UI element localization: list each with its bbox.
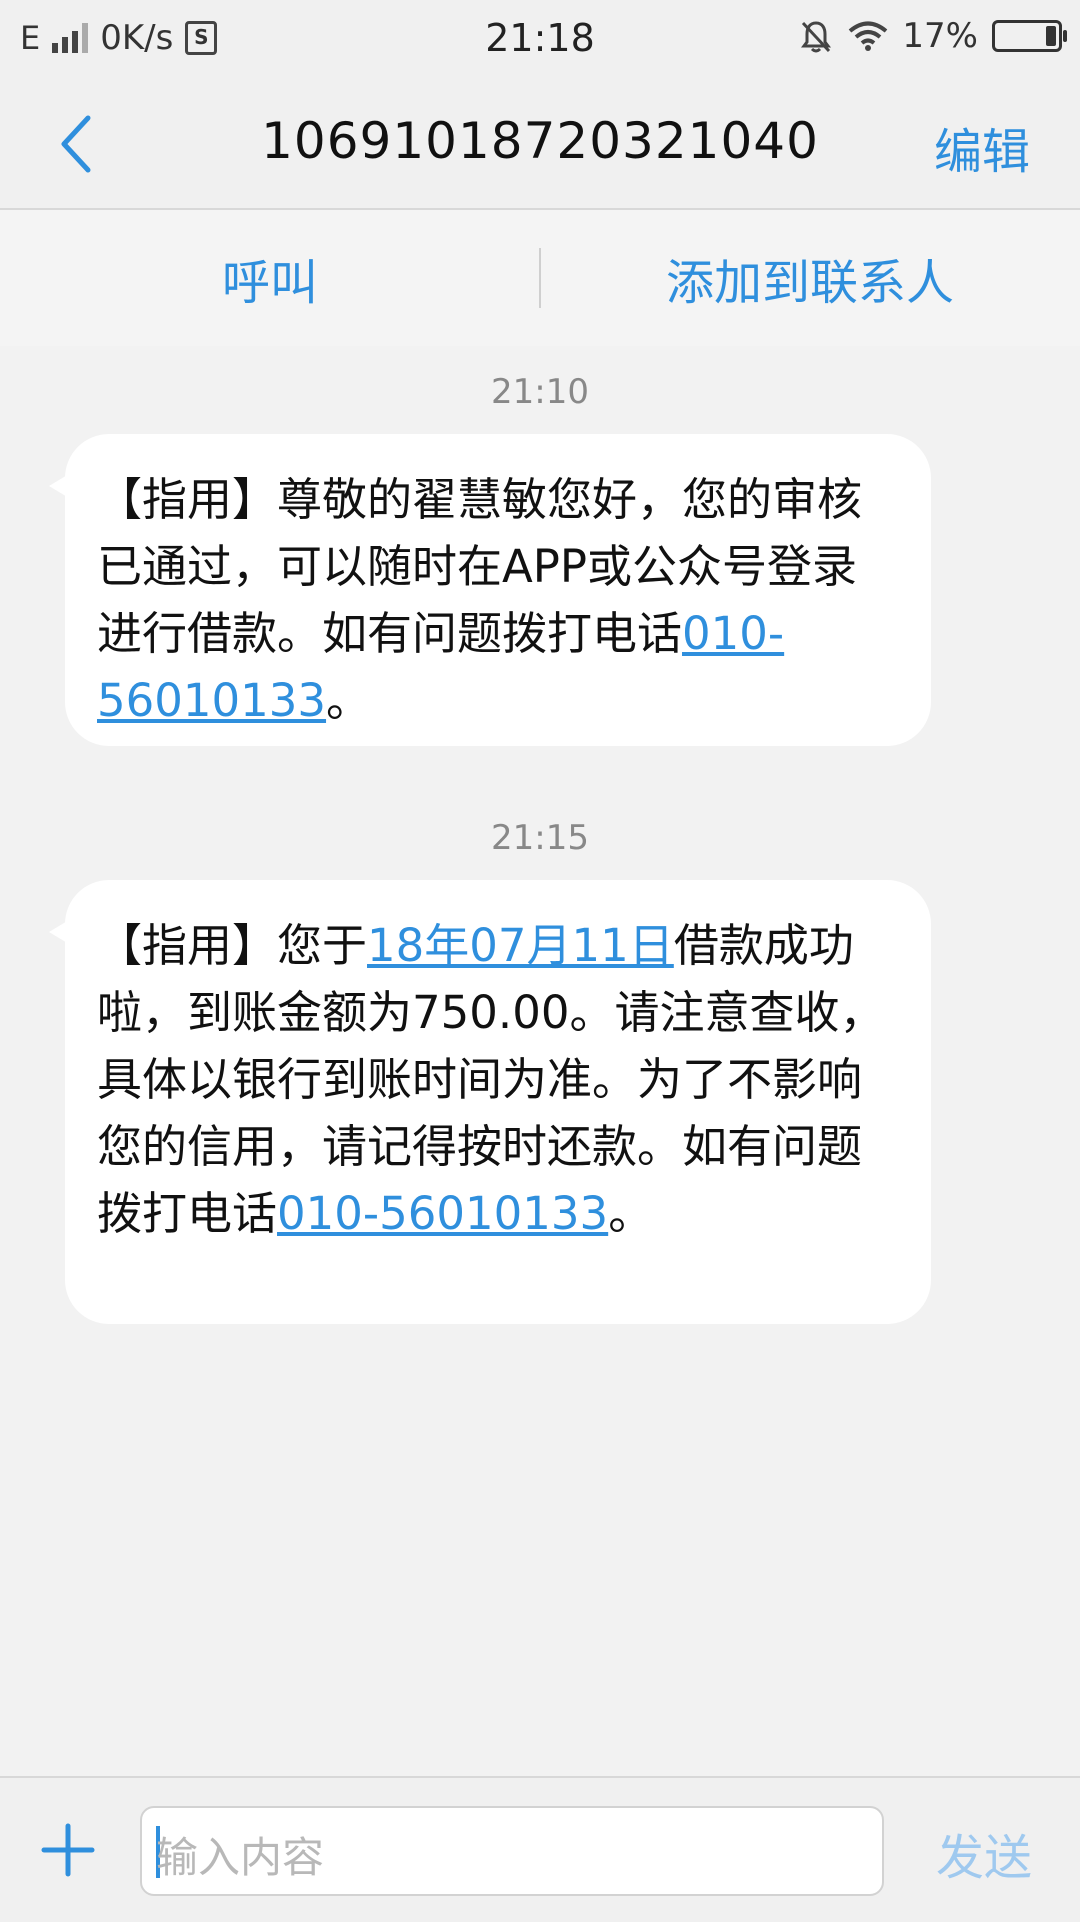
message-timestamp: 21:10 bbox=[491, 372, 589, 412]
contact-actions: 呼叫 添加到联系人 bbox=[0, 210, 1080, 346]
message-input[interactable]: 输入内容 bbox=[140, 1806, 884, 1896]
battery-icon bbox=[992, 20, 1067, 52]
wifi-icon bbox=[849, 21, 888, 51]
message-bubble[interactable]: 【指用】您于18年07月11日借款成功啦，到账金额为750.00。请注意查收，具… bbox=[49, 880, 931, 1324]
battery-percent: 17% bbox=[902, 16, 978, 56]
message-timestamp: 21:15 bbox=[491, 818, 589, 858]
status-right: 17% bbox=[798, 16, 1067, 56]
add-to-contacts-button[interactable]: 添加到联系人 bbox=[540, 210, 1080, 346]
call-button[interactable]: 呼叫 bbox=[0, 210, 540, 346]
conversation-header: 10691018720321040 编辑 bbox=[0, 76, 1080, 210]
sender-number: 10691018720321040 bbox=[261, 112, 819, 170]
composer-bar: 输入内容 发送 bbox=[0, 1776, 1080, 1922]
send-button[interactable]: 发送 bbox=[936, 1818, 1032, 1888]
edit-button[interactable]: 编辑 bbox=[934, 112, 1030, 182]
plus-icon bbox=[41, 1823, 95, 1877]
phone-link[interactable]: 010-56010133 bbox=[277, 1187, 608, 1240]
date-link[interactable]: 18年07月11日 bbox=[367, 919, 674, 972]
message-bubble[interactable]: 【指用】尊敬的翟慧敏您好，您的审核已通过，可以随时在APP或公众号登录进行借款。… bbox=[49, 434, 931, 746]
message-input-placeholder: 输入内容 bbox=[156, 1833, 325, 1882]
attach-button[interactable] bbox=[40, 1822, 96, 1878]
message-text: 。 bbox=[608, 1187, 654, 1240]
divider bbox=[539, 248, 541, 308]
battery-level bbox=[1046, 26, 1056, 46]
mute-bell-icon bbox=[801, 21, 832, 53]
message-text: 【指用】您于 bbox=[97, 919, 368, 972]
message-text: 。 bbox=[326, 674, 372, 727]
status-bar: E 0K/s S 21:18 17% bbox=[0, 0, 1080, 76]
